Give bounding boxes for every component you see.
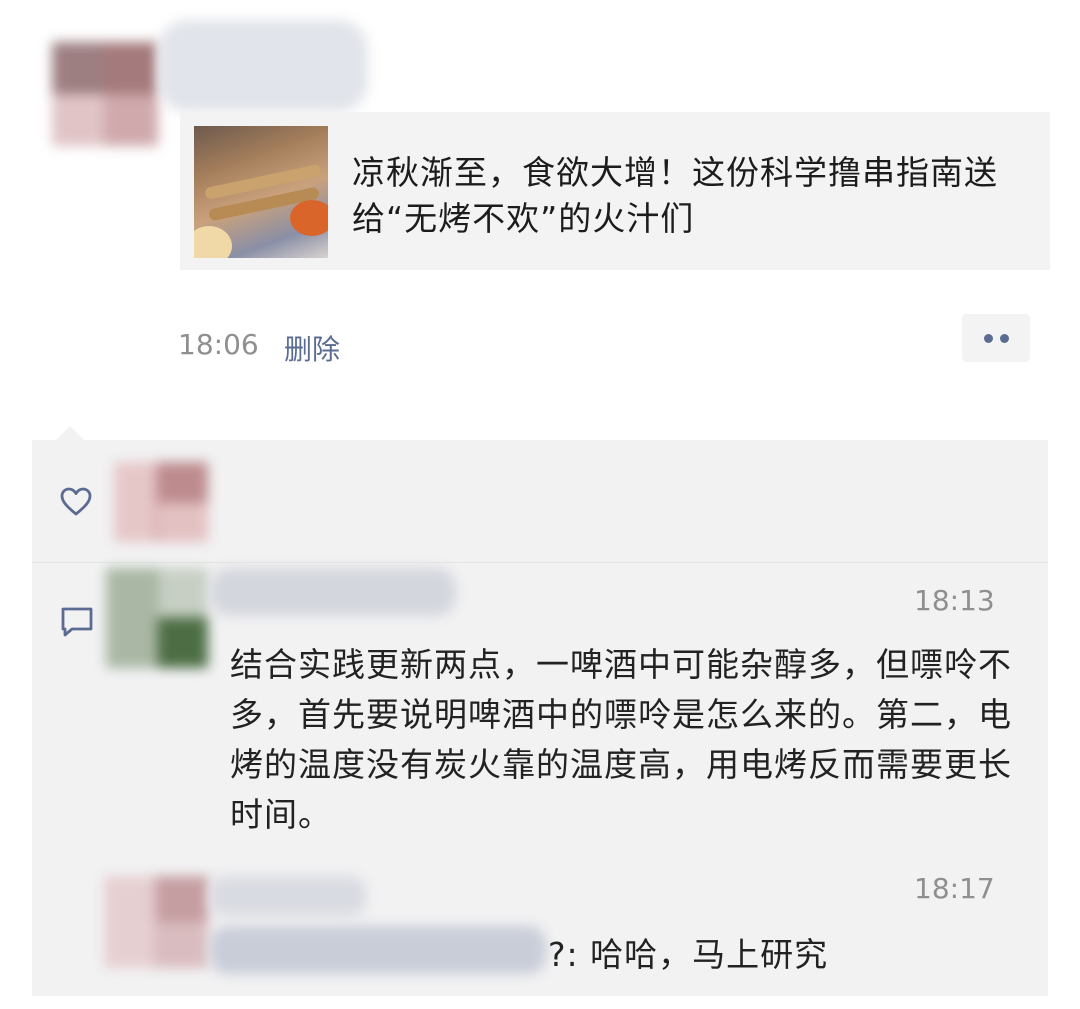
post-author-avatar[interactable]: [52, 42, 158, 146]
comment-text[interactable]: ?: 哈哈，马上研究: [548, 928, 828, 976]
panel-caret: [56, 426, 84, 440]
heart-icon: [60, 487, 92, 516]
shared-article-card[interactable]: 凉秋渐至，食欲大增！这份科学撸串指南送给“无烤不欢”的火汁们: [180, 112, 1050, 270]
commenter-avatar[interactable]: [104, 876, 208, 968]
more-dots-icon: [984, 334, 993, 343]
comment-icon: [61, 607, 93, 637]
article-thumbnail: [194, 126, 328, 258]
more-actions-button[interactable]: [962, 314, 1030, 362]
comment-timestamp: 18:13: [914, 584, 995, 617]
comment-text[interactable]: 结合实践更新两点，一啤酒中可能杂醇多，但嘌呤不多，首先要说明啤酒中的嘌呤是怎么来…: [230, 640, 1020, 840]
reply-target-name[interactable]: [210, 926, 546, 974]
liker-avatar[interactable]: [114, 462, 208, 542]
divider: [32, 562, 1048, 563]
post-author-name[interactable]: [158, 20, 368, 112]
post-timestamp: 18:06: [178, 328, 259, 361]
article-title: 凉秋渐至，食欲大增！这份科学撸串指南送给“无烤不欢”的火汁们: [352, 153, 998, 238]
commenter-avatar[interactable]: [106, 568, 208, 668]
commenter-name[interactable]: [210, 568, 456, 616]
comment-timestamp: 18:17: [914, 872, 995, 905]
delete-link[interactable]: 删除: [284, 328, 340, 368]
commenter-name[interactable]: [210, 876, 366, 916]
